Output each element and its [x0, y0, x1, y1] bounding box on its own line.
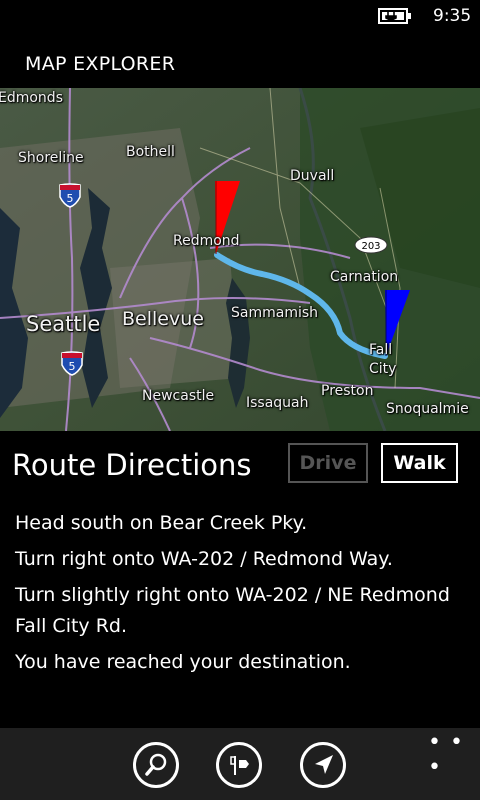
clock: 9:35	[433, 6, 472, 26]
direction-step: Head south on Bear Creek Pky.	[15, 512, 308, 534]
route-203-label: 203	[361, 241, 380, 252]
directions-list: Head south on Bear Creek Pky. Turn right…	[15, 508, 465, 683]
interstate-5-label-south: 5	[69, 360, 76, 373]
map-imagery	[0, 88, 480, 431]
locate-me-button[interactable]	[300, 742, 346, 788]
direction-step: You have reached your destination.	[15, 651, 351, 673]
interstate-5-shield-north: 5	[58, 183, 82, 209]
direction-step: Turn slightly right onto WA-202 / NE Red…	[15, 584, 450, 637]
map-label-preston: Preston	[321, 383, 374, 399]
walk-button[interactable]: Walk	[381, 443, 458, 483]
status-bar: 9:35	[0, 0, 480, 32]
interstate-5-label-north: 5	[67, 192, 74, 205]
locate-me-icon	[315, 755, 333, 774]
map-label-bellevue: Bellevue	[122, 308, 204, 330]
search-button[interactable]	[133, 742, 179, 788]
route-203-shield: 203	[354, 236, 388, 254]
search-icon	[145, 753, 167, 776]
more-options-icon[interactable]: • • •	[428, 730, 480, 780]
map-label-carnation: Carnation	[330, 269, 399, 285]
directions-button[interactable]	[216, 742, 262, 788]
map-label-newcastle: Newcastle	[142, 388, 215, 404]
map-label-snoqualmie: Snoqualmie	[386, 401, 469, 417]
map-label-issaquah: Issaquah	[246, 395, 309, 411]
map-label-city: City	[369, 361, 397, 377]
map-label-bothell: Bothell	[126, 144, 175, 160]
route-directions-title: Route Directions	[12, 448, 252, 482]
map-label-seattle: Seattle	[26, 312, 101, 336]
map-label-duvall: Duvall	[290, 168, 335, 184]
map-label-shoreline: Shoreline	[18, 150, 84, 166]
directions-icon	[230, 756, 249, 775]
app-title: MAP EXPLORER	[25, 53, 176, 75]
battery-charging-icon	[378, 8, 412, 28]
map-label-sammamish: Sammamish	[231, 305, 319, 321]
interstate-5-shield-south: 5	[60, 351, 84, 377]
drive-button[interactable]: Drive	[288, 443, 368, 483]
application-bar: • • •	[0, 728, 480, 800]
map-label-edmonds: Edmonds	[0, 90, 63, 106]
map-view[interactable]: Edmonds Shoreline Bothell Duvall Redmond…	[0, 88, 480, 431]
map-label-fall: Fall	[369, 342, 393, 358]
map-label-redmond: Redmond	[173, 233, 240, 249]
direction-step: Turn right onto WA-202 / Redmond Way.	[15, 548, 393, 570]
